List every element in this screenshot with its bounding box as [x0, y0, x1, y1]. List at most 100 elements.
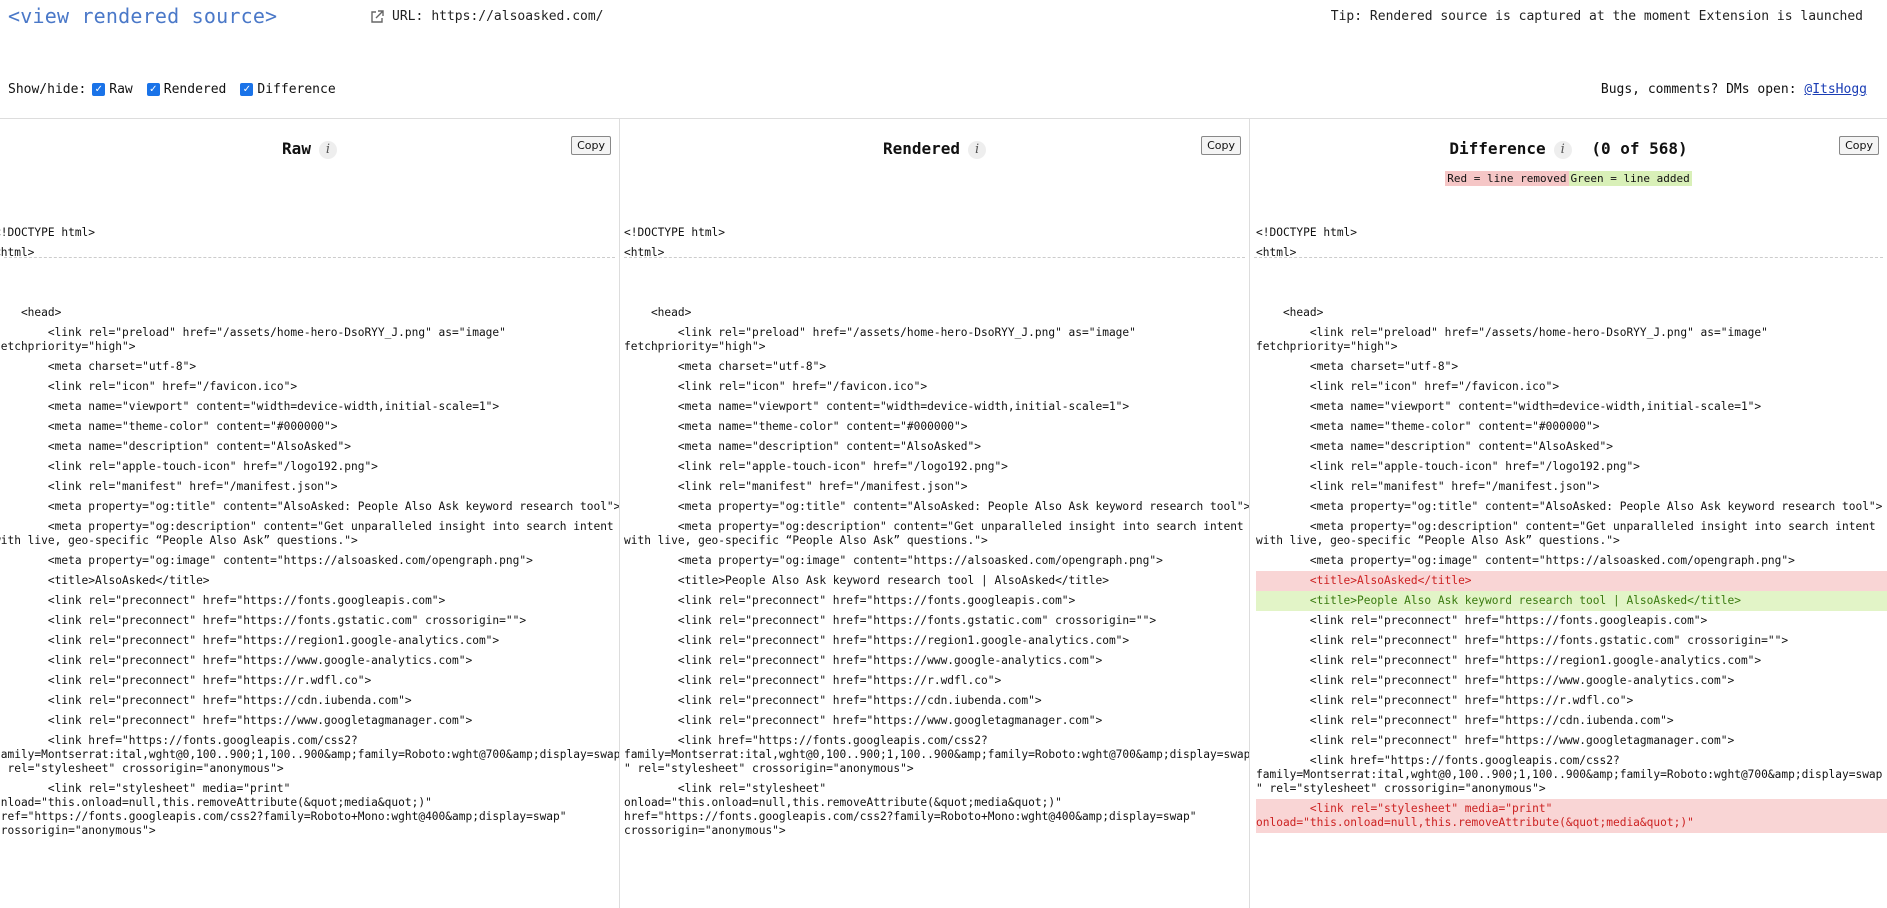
code-line: <meta property="og:title" content="AlsoA… [0, 500, 620, 513]
code-line: <title>People Also Ask keyword research … [1256, 591, 1887, 611]
code-line: <title>People Also Ask keyword research … [624, 574, 1109, 587]
checkbox-raw[interactable]: ✓ [92, 83, 106, 96]
raw-panel-header: Raw i Copy [0, 119, 619, 177]
difference-title-text: Difference [1449, 139, 1546, 158]
difference-toggle[interactable]: ✓ Difference [240, 82, 336, 97]
url-display: URL: https://alsoasked.com/ [370, 9, 604, 24]
info-icon[interactable]: i [318, 140, 337, 159]
rendered-panel-title: Rendered i [620, 139, 1249, 159]
code-line: <link rel="apple-touch-icon" href="/logo… [624, 460, 1008, 473]
code-line: <html> [1256, 246, 1297, 259]
code-line: <meta property="og:title" content="AlsoA… [624, 500, 1250, 513]
copy-difference-button[interactable]: Copy [1839, 136, 1879, 155]
code-line: <link rel="preconnect" href="https://reg… [1256, 654, 1762, 667]
raw-toggle-label: Raw [109, 82, 133, 97]
difference-toggle-label: Difference [257, 82, 336, 97]
code-line: <!DOCTYPE html> [0, 226, 96, 239]
code-line: <meta name="theme-color" content="#00000… [0, 420, 338, 433]
difference-panel: Difference i (0 of 568) Copy Red = line r… [1250, 119, 1887, 908]
code-line: <head> [0, 306, 62, 319]
raw-source-code: <!DOCTYPE html> <html> <head> <link rel="… [0, 223, 619, 841]
code-line: <link rel="preconnect" href="https://www… [1256, 734, 1735, 747]
code-line: <link rel="preconnect" href="https://fon… [624, 614, 1157, 627]
code-line: <link rel="stylesheet" media="print" onl… [0, 782, 567, 837]
code-line: <title>AlsoAsked</title> [1256, 571, 1887, 591]
difference-panel-title: Difference i (0 of 568) [1250, 139, 1887, 159]
raw-panel-title: Raw i [0, 139, 619, 159]
diff-legend: Red = line removed Green = line added [1250, 171, 1887, 186]
rendered-title-text: Rendered [882, 139, 961, 158]
code-line: <link rel="preconnect" href="https://r.w… [1256, 694, 1634, 707]
code-line: <meta name="description" content="AlsoAs… [624, 440, 981, 453]
code-line: <html> [0, 246, 35, 259]
code-line: <meta charset="utf-8"> [1256, 360, 1459, 373]
code-line: <link rel="manifest" href="/manifest.jso… [1256, 480, 1600, 493]
code-line: <link rel="preconnect" href="https://cdn… [0, 694, 412, 707]
copy-rendered-button[interactable]: Copy [1201, 136, 1241, 155]
code-line: <meta name="viewport" content="width=dev… [0, 400, 500, 413]
code-line: <link rel="preconnect" href="https://cdn… [624, 694, 1042, 707]
bugs-text: Bugs, comments? DMs open: [1600, 82, 1797, 97]
checkbox-difference[interactable]: ✓ [240, 83, 254, 96]
code-line: <link rel="preconnect" href="https://www… [1256, 674, 1735, 687]
code-line: <meta property="og:title" content="AlsoA… [1256, 500, 1883, 513]
code-line: <link rel="preconnect" href="https://fon… [0, 594, 446, 607]
rendered-toggle[interactable]: ✓ Rendered [146, 82, 227, 97]
raw-panel: Rawi Copy <!DOCTYPE html> <html> <head> <… [0, 119, 620, 908]
code-line: <meta name="description" content="AlsoAs… [1256, 440, 1613, 453]
code-line: <link rel="apple-touch-icon" href="/logo… [1256, 460, 1640, 473]
code-line: <link rel="stylesheet" media="print" onl… [1256, 799, 1887, 833]
code-line: <link rel="preconnect" href="https://www… [0, 654, 473, 667]
showhide-label: Show/hide: [8, 82, 87, 97]
code-line: <html> [624, 246, 665, 259]
code-line: <meta name="theme-color" content="#00000… [624, 420, 968, 433]
info-icon[interactable]: i [968, 140, 987, 159]
raw-toggle[interactable]: ✓ Raw [92, 82, 133, 97]
code-line: <!DOCTYPE html> [624, 226, 726, 239]
code-line: <meta name="description" content="AlsoAs… [0, 440, 351, 453]
app-logo[interactable]: <view rendered source> [8, 4, 277, 28]
legend-added: Green = line added [1568, 171, 1692, 186]
code-line: <link rel="preconnect" href="https://fon… [1256, 634, 1789, 647]
legend-removed: Red = line removed [1445, 171, 1569, 186]
difference-source-code: <!DOCTYPE html> <html> <head> <link rel="… [1256, 223, 1887, 833]
code-line: <link rel="apple-touch-icon" href="/logo… [0, 460, 378, 473]
code-line: <link rel="icon" href="/favicon.ico"> [1256, 380, 1560, 393]
rendered-panel: Rendered i Copy <!DOCTYPE html> <html> <he… [620, 119, 1250, 908]
copy-raw-button[interactable]: Copy [571, 136, 611, 155]
code-line: <link rel="preconnect" href="https://cdn… [1256, 714, 1674, 727]
code-line: <meta property="og:image" content="https… [1256, 554, 1795, 567]
tip-text: Tip: Rendered source is captured at the … [1330, 9, 1863, 24]
external-link-icon[interactable] [370, 9, 384, 24]
code-line: <meta property="og:description" content=… [0, 520, 614, 547]
rendered-toggle-label: Rendered [163, 82, 227, 97]
code-line: <link rel="preload" href="/assets/home-h… [0, 326, 506, 353]
code-line: <link rel="icon" href="/favicon.ico"> [624, 380, 928, 393]
code-line: <link rel="preload" href="/assets/home-h… [624, 326, 1136, 353]
difference-count: (0 of 568) [1591, 139, 1688, 158]
code-line: <link rel="preload" href="/assets/home-h… [1256, 326, 1768, 353]
code-line: <link rel="preconnect" href="https://r.w… [0, 674, 372, 687]
url-value: https://alsoasked.com/ [431, 9, 604, 24]
code-line: <title>AlsoAsked</title> [0, 574, 210, 587]
code-line: <link rel="manifest" href="/manifest.jso… [0, 480, 338, 493]
code-line: <link rel="preconnect" href="https://fon… [0, 614, 527, 627]
info-icon[interactable]: i [1553, 140, 1572, 159]
code-line: <link rel="preconnect" href="https://www… [0, 714, 473, 727]
rendered-panel-header: Rendered i Copy [620, 119, 1249, 177]
code-line: <meta name="viewport" content="width=dev… [624, 400, 1130, 413]
code-line: <link rel="manifest" href="/manifest.jso… [624, 480, 968, 493]
checkbox-rendered[interactable]: ✓ [146, 83, 160, 96]
code-line: <link rel="preconnect" href="https://fon… [624, 594, 1076, 607]
twitter-link[interactable]: @ItsHogg [1804, 82, 1867, 97]
code-line: <!DOCTYPE html> [1256, 226, 1358, 239]
show-hide-controls: Show/hide: ✓ Raw ✓ Rendered ✓ Difference [8, 82, 344, 97]
rendered-source-code: <!DOCTYPE html> <html> <head> <link rel="… [624, 223, 1249, 841]
difference-panel-header: Difference i (0 of 568) Copy Red = line r… [1250, 119, 1887, 186]
code-line: <meta name="viewport" content="width=dev… [1256, 400, 1762, 413]
